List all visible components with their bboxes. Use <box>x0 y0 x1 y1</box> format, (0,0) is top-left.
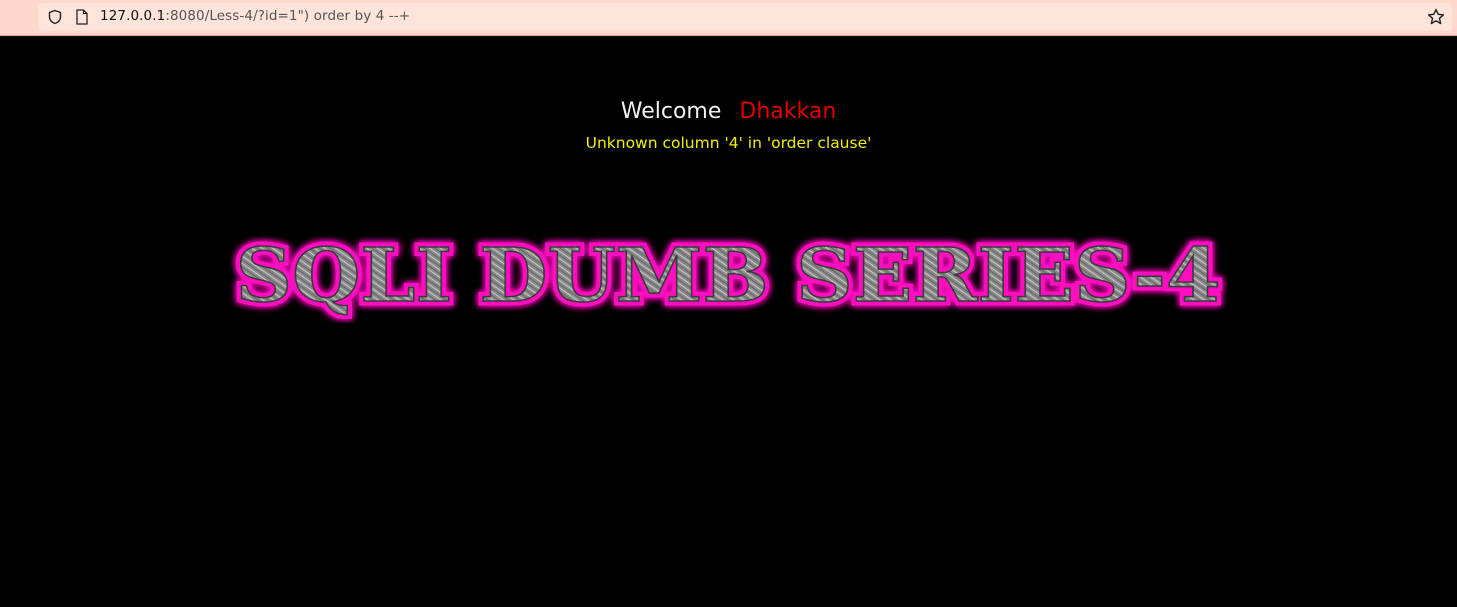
banner-title: SQLI DUMB SERIES-4 <box>236 233 1221 319</box>
series-banner: SQLI DUMB SERIES-4 SQLI DUMB SERIES-4 <box>231 229 1225 324</box>
error-message: Unknown column '4' in 'order clause' <box>585 134 872 152</box>
url-text[interactable]: 127.0.0.1:8080/Less-4/?id=1") order by 4… <box>100 8 410 24</box>
star-icon[interactable] <box>1427 8 1445 26</box>
welcome-line: Welcome Dhakkan <box>0 99 1457 124</box>
page-content: Welcome Dhakkan Unknown column '4' in 'or… <box>0 37 1457 607</box>
welcome-label: Welcome <box>620 99 722 124</box>
url-path: :8080/Less-4/?id=1") order by 4 --+ <box>165 8 411 24</box>
page-icon <box>76 9 88 25</box>
shield-icon[interactable] <box>47 9 63 25</box>
url-host: 127.0.0.1 <box>100 8 166 24</box>
browser-toolbar: 127.0.0.1:8080/Less-4/?id=1") order by 4… <box>0 0 1457 36</box>
user-name: Dhakkan <box>739 99 837 124</box>
